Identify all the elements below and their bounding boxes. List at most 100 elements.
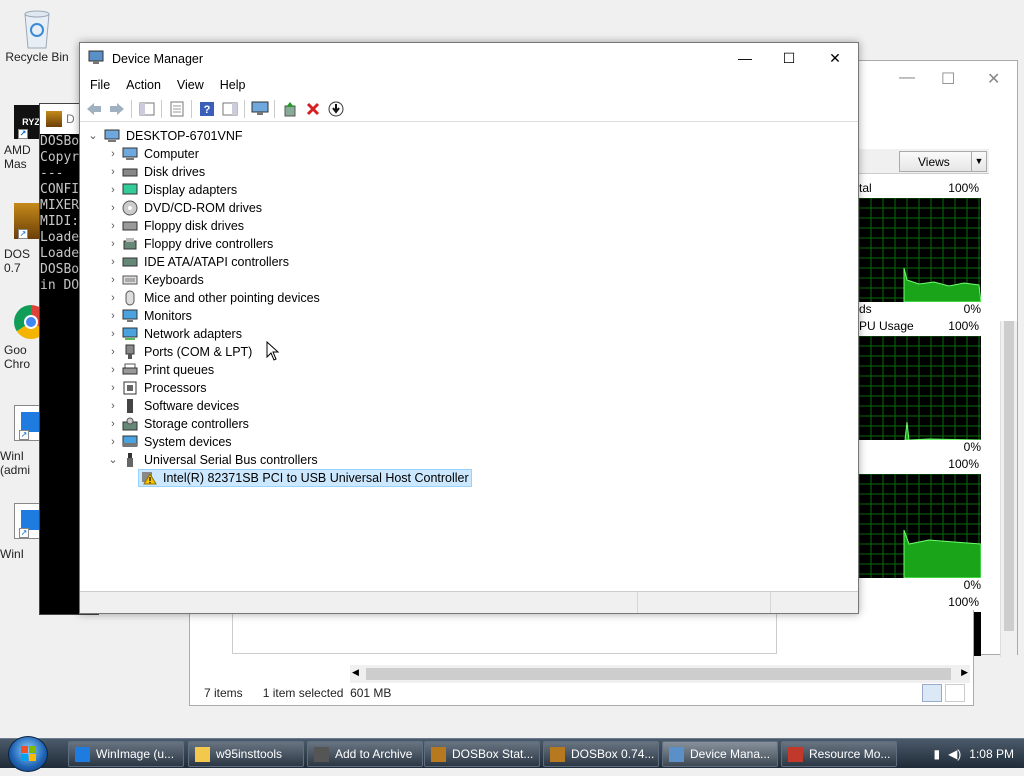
tree-category[interactable]: › Network adapters (106, 325, 242, 343)
desktop-icon-recycle-bin[interactable]: Recycle Bin (2, 8, 72, 64)
taskbar-button[interactable]: DOSBox 0.74... (543, 741, 659, 767)
help-icon[interactable]: ? (195, 98, 218, 120)
computer-icon (104, 128, 120, 144)
chevron-right-icon[interactable]: › (106, 289, 120, 307)
desktop-icon-winimage-admin[interactable]: ↗ WinI (admi (0, 405, 44, 477)
chevron-right-icon[interactable]: › (106, 271, 120, 289)
taskbar-button[interactable]: DOSBox Stat... (424, 741, 540, 767)
chevron-right-icon[interactable]: › (106, 307, 120, 325)
menu-help[interactable]: Help (212, 78, 254, 92)
minimize-icon[interactable]: — (899, 69, 915, 87)
menu-file[interactable]: File (82, 78, 118, 92)
tree-category-label: Processors (144, 381, 207, 395)
show-hide-tree-icon[interactable] (135, 98, 158, 120)
taskbar-button[interactable]: w95insttools (188, 741, 304, 767)
tree-category[interactable]: ⌄ Universal Serial Bus controllers (106, 451, 318, 469)
tree-category[interactable]: › Display adapters (106, 181, 237, 199)
tree-device[interactable]: Intel(R) 82371SB PCI to USB Universal Ho… (138, 469, 472, 487)
action-pane-icon[interactable] (218, 98, 241, 120)
taskbar-button[interactable]: WinImage (u... (68, 741, 184, 767)
chevron-right-icon[interactable]: › (106, 253, 120, 271)
tree-category[interactable]: › Floppy drive controllers (106, 235, 273, 253)
forward-arrow-icon[interactable] (105, 98, 128, 120)
start-button[interactable] (8, 736, 48, 772)
resmon-scrollbar[interactable] (1000, 321, 1017, 657)
chevron-right-icon[interactable]: › (106, 325, 120, 343)
device-manager-window[interactable]: Device Manager — ☐ ✕ File Action View He… (79, 42, 859, 614)
taskbar-button[interactable]: Device Mana... (662, 741, 778, 767)
details-view-icon[interactable] (922, 684, 942, 702)
maximize-icon[interactable]: ☐ (766, 43, 812, 74)
chevron-right-icon[interactable]: › (106, 199, 120, 217)
graph-max: 100% (948, 595, 979, 609)
desktop-icon-winimage[interactable]: ↗ WinI (0, 503, 44, 561)
tree-device-label: Intel(R) 82371SB PCI to USB Universal Ho… (163, 471, 469, 485)
explorer-hscrollbar[interactable]: ◀ ▶ (350, 665, 970, 683)
desktop-icon-amd[interactable]: RYZ ↗ AMD Mas (4, 105, 48, 171)
taskbar-button[interactable]: Resource Mo... (781, 741, 897, 767)
tree-category[interactable]: › Storage controllers (106, 415, 249, 433)
chevron-right-icon[interactable]: › (106, 235, 120, 253)
chevron-down-icon[interactable]: ⌄ (106, 451, 120, 469)
tree-category[interactable]: › Print queues (106, 361, 214, 379)
minimize-icon[interactable]: — (722, 43, 768, 74)
large-icons-view-icon[interactable] (945, 684, 965, 702)
tree-category[interactable]: › Disk drives (106, 163, 205, 181)
chevron-right-icon[interactable]: › (106, 145, 120, 163)
chevron-right-icon[interactable]: › (106, 163, 120, 181)
chevron-right-icon[interactable]: › (106, 217, 120, 235)
views-button[interactable]: Views ▼ (899, 151, 987, 172)
network-icon[interactable]: ▮ (933, 747, 940, 761)
scan-hardware-icon[interactable] (248, 98, 271, 120)
chevron-down-icon[interactable]: ⌄ (86, 127, 100, 145)
close-icon[interactable]: ✕ (812, 43, 858, 74)
chevron-right-icon[interactable]: › (106, 433, 120, 451)
tree-category[interactable]: › Computer (106, 145, 199, 163)
tree-category[interactable]: › Monitors (106, 307, 192, 325)
tree-category[interactable]: › System devices (106, 433, 231, 451)
scroll-left-icon[interactable]: ◀ (352, 667, 359, 678)
desktop-icon-dosbox[interactable]: ↗ DOS 0.7 (4, 203, 48, 275)
chevron-right-icon[interactable]: › (106, 361, 120, 379)
desktop-icon-label: DOS 0.7 (4, 247, 31, 275)
maximize-icon[interactable]: ☐ (941, 69, 955, 89)
tree-category[interactable]: › DVD/CD-ROM drives (106, 199, 262, 217)
titlebar[interactable]: Device Manager — ☐ ✕ (80, 43, 858, 74)
chevron-right-icon[interactable]: › (106, 181, 120, 199)
tree-category-label: Computer (144, 147, 199, 161)
tree-category[interactable]: › Floppy disk drives (106, 217, 244, 235)
clock[interactable]: 1:08 PM (969, 747, 1014, 761)
tree-category[interactable]: › Software devices (106, 397, 239, 415)
menu-view[interactable]: View (169, 78, 212, 92)
tree-root[interactable]: ⌄ DESKTOP-6701VNF (86, 127, 242, 145)
tree-category[interactable]: › Processors (106, 379, 207, 397)
properties-icon[interactable] (165, 98, 188, 120)
device-tree[interactable]: ⌄ DESKTOP-6701VNF › Computer › Disk drives ›… (80, 125, 858, 588)
disable-device-icon[interactable] (324, 98, 347, 120)
tree-category[interactable]: › Mice and other pointing devices (106, 289, 320, 307)
chevron-right-icon[interactable]: › (106, 415, 120, 433)
tree-category[interactable]: › IDE ATA/ATAPI controllers (106, 253, 289, 271)
desktop-icon-chrome[interactable]: Goo Chro (4, 305, 48, 371)
tree-category[interactable]: › Ports (COM & LPT) (106, 343, 252, 361)
menu-action[interactable]: Action (118, 78, 169, 92)
close-icon[interactable]: ✕ (987, 69, 1000, 89)
chevron-right-icon[interactable]: › (106, 379, 120, 397)
chevron-down-icon[interactable]: ▼ (971, 152, 986, 171)
explorer-window[interactable]: ◀ ▶ 7 items 1 item selected 601 MB (189, 610, 974, 706)
taskbar-button-label: Add to Archive (335, 747, 413, 761)
resource-monitor-window[interactable]: — ☐ ✕ Views ▼ tal 100% ds 0% PU Usage 100% (858, 60, 1018, 657)
device-manager-icon (669, 746, 684, 762)
chevron-right-icon[interactable]: › (106, 397, 120, 415)
volume-icon[interactable]: ◀) (948, 747, 961, 761)
chevron-right-icon[interactable]: › (106, 343, 120, 361)
tree-category[interactable]: › Keyboards (106, 271, 204, 289)
graph-min: 0% (963, 440, 981, 454)
uninstall-device-icon[interactable] (301, 98, 324, 120)
taskbar-button-label: WinImage (u... (96, 747, 175, 761)
back-arrow-icon[interactable] (82, 98, 105, 120)
taskbar-button[interactable]: Add to Archive (307, 741, 423, 767)
dosbox-icon (431, 746, 446, 762)
update-driver-icon[interactable] (278, 98, 301, 120)
scroll-right-icon[interactable]: ▶ (961, 667, 968, 678)
